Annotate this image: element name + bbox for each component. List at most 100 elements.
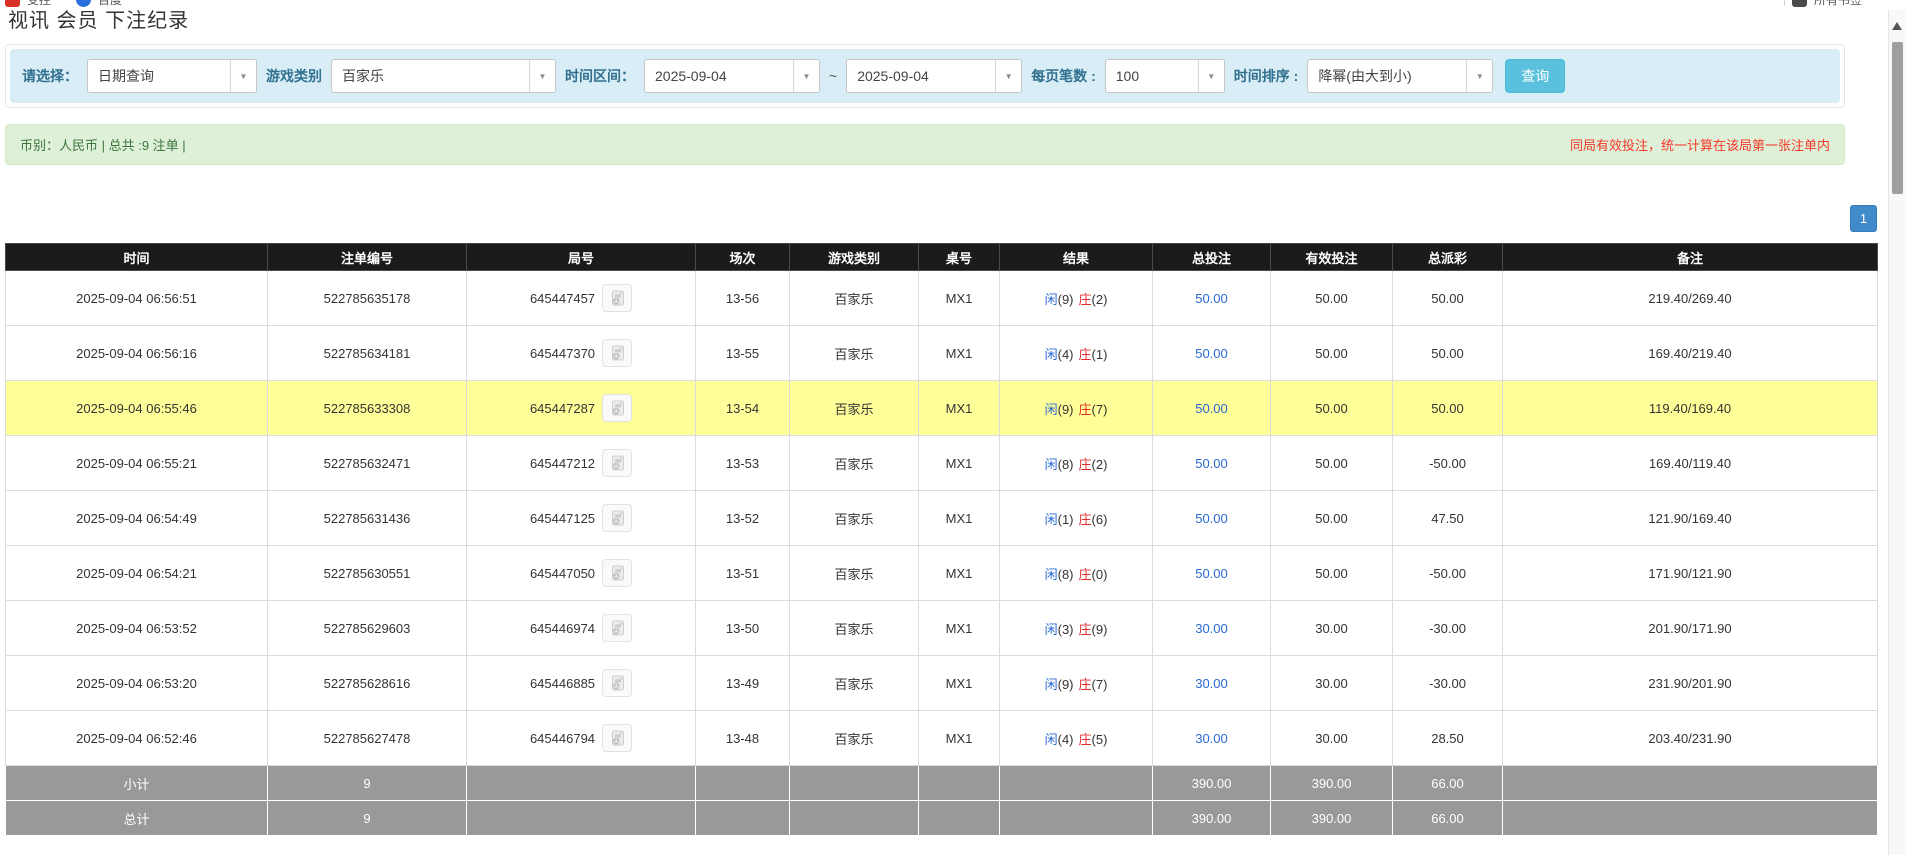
filter-panel: 请选择： 日期查询 ▼ 游戏类别 百家乐 ▼ 时间区间： 2025-09-04 … — [5, 44, 1845, 108]
query-button[interactable]: 查询 — [1505, 59, 1565, 93]
total-bet-link[interactable]: 50.00 — [1195, 291, 1228, 306]
grand-total-payout: 66.00 — [1393, 801, 1503, 836]
note-cell: 171.90/121.90 — [1503, 546, 1878, 601]
col-time: 时间 — [6, 244, 268, 271]
grand-total-valid-bet: 390.00 — [1271, 801, 1393, 836]
bet-id-cell: 522785635178 — [268, 271, 467, 326]
banker-result: 庄 — [1079, 402, 1092, 417]
total-bet-link[interactable]: 50.00 — [1195, 511, 1228, 526]
bookmark-label-2[interactable]: 百度 — [98, 0, 122, 8]
chevron-down-icon[interactable]: ▼ — [995, 60, 1021, 92]
scrollbar[interactable] — [1888, 10, 1905, 855]
grand-total-count: 9 — [268, 801, 467, 836]
chevron-down-icon[interactable]: ▼ — [793, 60, 819, 92]
time-cell: 2025-09-04 06:54:21 — [6, 546, 268, 601]
subtotal-row: 小计 9 390.00 390.00 66.00 — [6, 766, 1878, 801]
time-sort-label: 时间排序 : — [1234, 66, 1299, 86]
subtotal-label: 小计 — [6, 766, 268, 801]
payout-cell: 47.50 — [1393, 491, 1503, 546]
scrollbar-up-arrow-icon[interactable] — [1892, 22, 1902, 30]
range-separator: ~ — [829, 68, 837, 84]
result-cell: 闲(8)庄(2) — [1000, 436, 1153, 491]
total-bet-link[interactable]: 30.00 — [1195, 731, 1228, 746]
result-cell: 闲(4)庄(5) — [1000, 711, 1153, 766]
total-bet-link[interactable]: 50.00 — [1195, 456, 1228, 471]
payout-cell: -50.00 — [1393, 546, 1503, 601]
total-bet-link[interactable]: 50.00 — [1195, 401, 1228, 416]
player-result: 闲 — [1045, 567, 1058, 582]
scrollbar-thumb[interactable] — [1892, 42, 1903, 194]
date-from-dropdown[interactable]: 2025-09-04 ▼ — [644, 59, 820, 93]
bet-id-cell: 522785627478 — [268, 711, 467, 766]
note-cell: 201.90/171.90 — [1503, 601, 1878, 656]
session-cell: 13-52 — [696, 491, 790, 546]
bet-id-cell: 522785634181 — [268, 326, 467, 381]
page-size-label: 每页笔数 : — [1031, 66, 1096, 86]
all-bookmarks-label[interactable]: 所有书签 — [1814, 0, 1862, 8]
subtotal-count: 9 — [268, 766, 467, 801]
video-replay-icon[interactable] — [602, 449, 632, 477]
total-bet-link[interactable]: 50.00 — [1195, 346, 1228, 361]
session-cell: 13-54 — [696, 381, 790, 436]
table-row: 2025-09-04 06:56:51 522785635178 6454474… — [6, 271, 1878, 326]
payout-cell: 50.00 — [1393, 326, 1503, 381]
note-cell: 231.90/201.90 — [1503, 656, 1878, 711]
round-number: 645446794 — [530, 731, 595, 746]
video-replay-icon[interactable] — [602, 394, 632, 422]
video-replay-icon[interactable] — [602, 724, 632, 752]
bookmark-favicon-blue[interactable] — [76, 0, 91, 7]
col-table: 桌号 — [919, 244, 1000, 271]
currency-total-info: 币别：人民币 | 总共 :9 注单 | — [20, 135, 186, 154]
bookmark-label-1[interactable]: 受控 — [27, 0, 51, 8]
game-type-cell: 百家乐 — [790, 381, 919, 436]
page-size-dropdown[interactable]: 100 ▼ — [1105, 59, 1225, 93]
total-bet-link[interactable]: 30.00 — [1195, 621, 1228, 636]
chevron-down-icon[interactable]: ▼ — [1198, 60, 1224, 92]
session-cell: 13-49 — [696, 656, 790, 711]
bet-id-cell: 522785632471 — [268, 436, 467, 491]
video-replay-icon[interactable] — [602, 559, 632, 587]
table-no-cell: MX1 — [919, 546, 1000, 601]
banker-result: 庄 — [1079, 512, 1092, 527]
total-bet-link[interactable]: 30.00 — [1195, 676, 1228, 691]
note-cell: 169.40/119.40 — [1503, 436, 1878, 491]
chevron-down-icon[interactable]: ▼ — [529, 60, 555, 92]
valid-bet-cell: 50.00 — [1271, 491, 1393, 546]
video-replay-icon[interactable] — [602, 339, 632, 367]
bet-id-cell: 522785628616 — [268, 656, 467, 711]
note-cell: 203.40/231.90 — [1503, 711, 1878, 766]
video-replay-icon[interactable] — [602, 284, 632, 312]
valid-bet-cell: 30.00 — [1271, 656, 1393, 711]
all-bookmarks-icon[interactable] — [1792, 0, 1807, 7]
valid-bet-cell: 50.00 — [1271, 381, 1393, 436]
date-to-dropdown[interactable]: 2025-09-04 ▼ — [846, 59, 1022, 93]
query-type-dropdown[interactable]: 日期查询 ▼ — [87, 59, 257, 93]
select-type-label: 请选择： — [22, 66, 78, 86]
time-range-label: 时间区间： — [565, 66, 635, 86]
game-type-dropdown[interactable]: 百家乐 ▼ — [331, 59, 556, 93]
page-1-button[interactable]: 1 — [1850, 205, 1877, 232]
banker-result: 庄 — [1079, 347, 1092, 362]
note-cell: 169.40/219.40 — [1503, 326, 1878, 381]
video-replay-icon[interactable] — [602, 504, 632, 532]
total-bet-cell: 30.00 — [1153, 656, 1271, 711]
valid-bet-cell: 50.00 — [1271, 546, 1393, 601]
player-result: 闲 — [1045, 402, 1058, 417]
subtotal-total-bet: 390.00 — [1153, 766, 1271, 801]
time-cell: 2025-09-04 06:52:46 — [6, 711, 268, 766]
session-cell: 13-50 — [696, 601, 790, 656]
time-sort-dropdown[interactable]: 降幂(由大到小) ▼ — [1307, 59, 1493, 93]
session-cell: 13-48 — [696, 711, 790, 766]
video-replay-icon[interactable] — [602, 614, 632, 642]
chevron-down-icon[interactable]: ▼ — [1466, 60, 1492, 92]
bookmark-favicon-red[interactable] — [5, 0, 20, 7]
total-bet-link[interactable]: 50.00 — [1195, 566, 1228, 581]
round-cell: 645447050 — [467, 546, 696, 601]
note-cell: 219.40/269.40 — [1503, 271, 1878, 326]
chevron-down-icon[interactable]: ▼ — [230, 60, 256, 92]
result-cell: 闲(9)庄(7) — [1000, 381, 1153, 436]
player-result: 闲 — [1045, 347, 1058, 362]
video-replay-icon[interactable] — [602, 669, 632, 697]
time-cell: 2025-09-04 06:56:51 — [6, 271, 268, 326]
round-number: 645447287 — [530, 401, 595, 416]
